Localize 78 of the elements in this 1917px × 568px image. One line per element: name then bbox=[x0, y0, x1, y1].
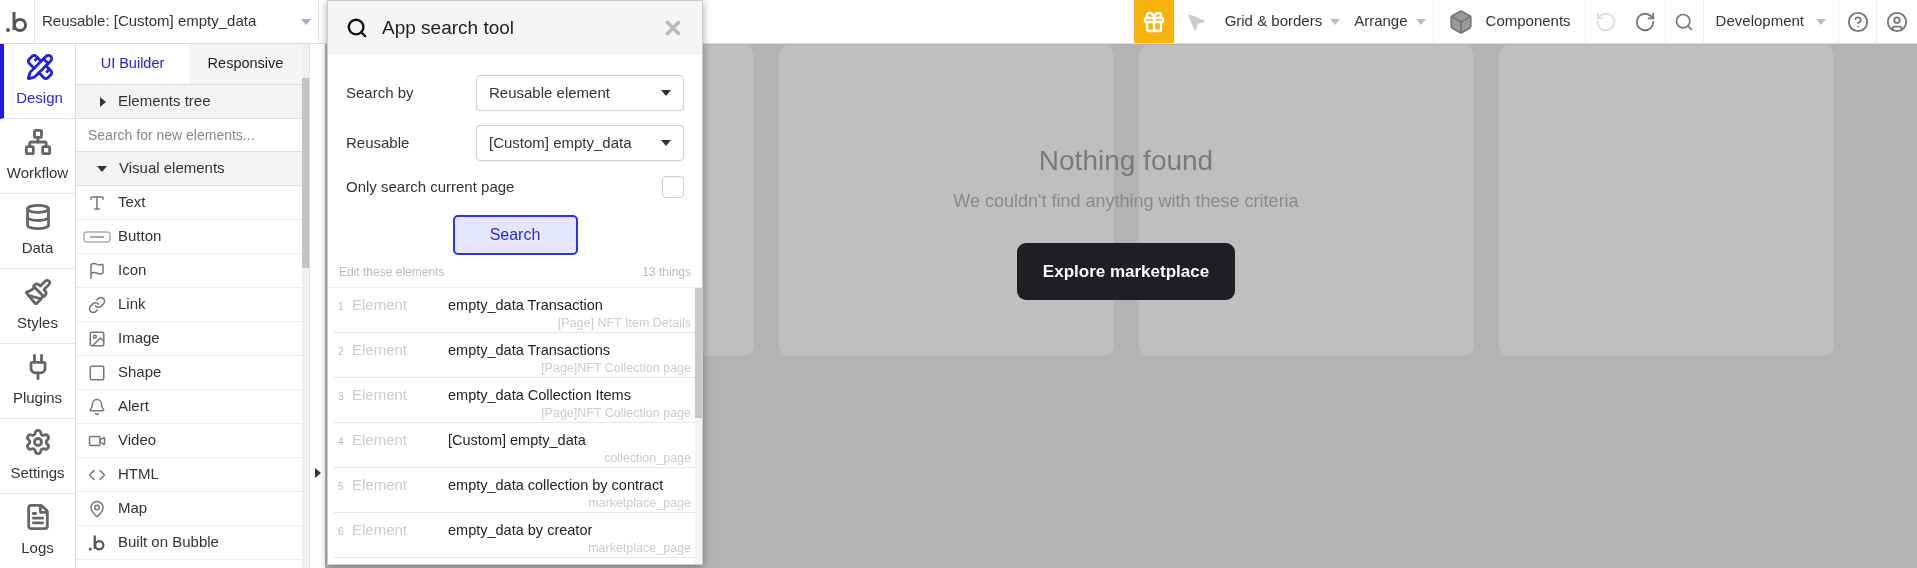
redo-icon bbox=[1634, 10, 1657, 33]
map-pin-icon bbox=[88, 499, 106, 518]
caret-icon bbox=[1415, 18, 1426, 25]
caret-icon bbox=[1330, 18, 1341, 25]
settings-icon bbox=[23, 427, 52, 456]
empty-state-title: Nothing found bbox=[1038, 144, 1214, 178]
search-by-dropdown[interactable]: Reusable element bbox=[476, 75, 684, 111]
sidebar-item[interactable]: Settings bbox=[0, 419, 75, 494]
explore-button[interactable]: Explore marketplace bbox=[1016, 243, 1236, 300]
checkbox-label: Only search current page bbox=[346, 176, 515, 197]
environment-dropdown[interactable]: Development bbox=[1703, 0, 1839, 43]
collapse-arrow-icon bbox=[314, 468, 321, 478]
checkbox[interactable] bbox=[662, 176, 684, 198]
result-index: 3 bbox=[338, 390, 345, 404]
result-index: 5 bbox=[338, 480, 345, 494]
result-index: 1 bbox=[338, 300, 345, 314]
text-icon bbox=[88, 193, 106, 212]
results-count: 13 things bbox=[642, 264, 691, 281]
sidebar-item[interactable]: Data bbox=[0, 194, 75, 269]
bubble-logo-icon bbox=[88, 533, 106, 552]
element-item[interactable]: Map bbox=[76, 492, 302, 526]
bell-icon bbox=[88, 397, 106, 416]
scrollbar-thumb[interactable] bbox=[695, 288, 702, 418]
caret-icon bbox=[1816, 18, 1826, 25]
toolbar-menu[interactable]: Grid & borders bbox=[1217, 0, 1348, 43]
page-selector[interactable]: Reusable: [Custom] empty_data bbox=[35, 0, 319, 43]
workflow-icon bbox=[23, 127, 52, 156]
scrollbar-thumb[interactable] bbox=[302, 78, 309, 268]
cube-icon bbox=[1447, 8, 1474, 35]
components-button[interactable]: Components bbox=[1432, 0, 1586, 43]
gift-button[interactable] bbox=[1133, 0, 1174, 43]
search-tool-title: App search tool bbox=[382, 15, 516, 40]
avatar-icon bbox=[1886, 10, 1908, 33]
link-icon bbox=[88, 295, 106, 314]
sidebar-item[interactable]: Styles bbox=[0, 269, 75, 344]
element-search-field[interactable]: Search for new elements... bbox=[76, 119, 302, 152]
result-index: 6 bbox=[338, 525, 345, 539]
image-icon bbox=[88, 329, 106, 348]
visual-elements-header[interactable]: Visual elements bbox=[76, 152, 302, 186]
result-index: 2 bbox=[338, 345, 345, 359]
element-item[interactable]: Button bbox=[76, 220, 302, 254]
help-icon bbox=[1846, 10, 1869, 33]
caret-icon bbox=[100, 96, 106, 107]
result-name: empty_data collection by contract bbox=[448, 476, 664, 495]
element-item[interactable]: Image bbox=[76, 322, 302, 356]
result-name: [Custom] empty_data bbox=[448, 431, 586, 450]
sidebar-item[interactable]: Workflow bbox=[0, 119, 75, 194]
field-label: Reusable bbox=[346, 132, 411, 153]
toolbar-menu[interactable]: Arrange bbox=[1347, 0, 1433, 43]
search-icon bbox=[1674, 11, 1695, 32]
gift-icon bbox=[1141, 9, 1166, 34]
search-icon bbox=[346, 17, 368, 39]
element-item[interactable]: Icon bbox=[76, 254, 302, 288]
pencil-ruler-icon bbox=[25, 52, 54, 81]
panel-tab[interactable]: Responsive bbox=[189, 44, 302, 84]
result-name: empty_data Transaction bbox=[448, 296, 603, 315]
results-heading: Edit these elements bbox=[339, 264, 445, 281]
caret-icon bbox=[661, 140, 671, 146]
field-label: Search by bbox=[346, 82, 415, 103]
search-button[interactable]: Search bbox=[452, 215, 578, 255]
elements-tree-header[interactable]: Elements tree bbox=[76, 85, 302, 119]
undo-icon bbox=[1594, 10, 1617, 33]
bubble-logo-icon bbox=[5, 9, 29, 34]
sidebar-item[interactable]: Logs bbox=[0, 494, 75, 568]
square-icon bbox=[88, 363, 106, 382]
button-icon bbox=[83, 230, 111, 243]
reusable-dropdown[interactable]: [Custom] empty_data bbox=[476, 125, 684, 161]
caret-icon bbox=[301, 18, 311, 25]
flag-icon bbox=[88, 261, 106, 280]
sidebar-item[interactable]: Plugins bbox=[0, 344, 75, 419]
result-name: empty_data Collection Items bbox=[448, 386, 631, 405]
result-index: 4 bbox=[338, 435, 345, 449]
caret-icon bbox=[97, 165, 107, 172]
caret-icon bbox=[661, 90, 671, 96]
brush-icon bbox=[23, 277, 52, 306]
result-name: empty_data Transactions bbox=[448, 341, 610, 360]
database-icon bbox=[23, 202, 52, 231]
result-name: empty_data by creator bbox=[448, 521, 593, 540]
